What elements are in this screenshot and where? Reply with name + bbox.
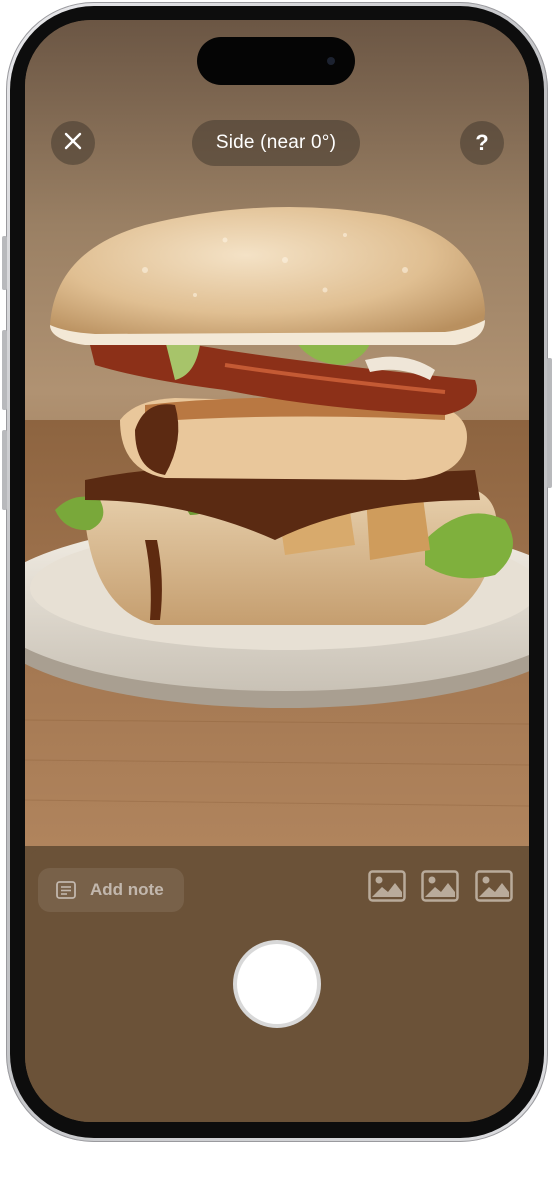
add-note-label: Add note — [90, 880, 164, 899]
help-icon: ? — [475, 130, 489, 155]
image-placeholder-icon[interactable] — [421, 870, 459, 902]
volume-down-button — [2, 430, 7, 510]
screen: Side (near 0°) ? Add note — [25, 20, 529, 1122]
dynamic-island — [197, 37, 355, 85]
action-button — [2, 236, 7, 290]
image-placeholder-icon[interactable] — [475, 870, 513, 902]
angle-indicator: Side (near 0°) — [192, 120, 360, 166]
shutter-inner — [237, 944, 317, 1024]
shutter-button[interactable] — [233, 940, 321, 1028]
add-note-button[interactable]: Add note — [38, 868, 184, 912]
image-placeholder-icon[interactable] — [368, 870, 406, 902]
help-button[interactable]: ? — [460, 121, 504, 165]
volume-up-button — [2, 330, 7, 410]
front-camera-icon — [327, 57, 335, 65]
capture-panel: Add note — [25, 846, 529, 1122]
note-icon — [56, 881, 76, 899]
power-button — [547, 358, 552, 488]
close-icon — [64, 132, 82, 155]
angle-label: Side (near 0°) — [215, 132, 337, 153]
close-button[interactable] — [51, 121, 95, 165]
